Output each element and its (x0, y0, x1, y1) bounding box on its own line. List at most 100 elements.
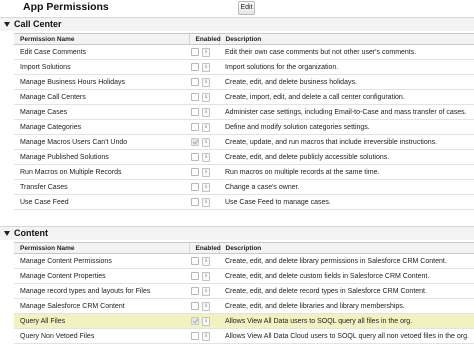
page-header: App Permissions Edit (0, 0, 474, 17)
permission-description: Create, import, edit, and delete a call … (219, 89, 474, 105)
column-header-permission-name[interactable]: Permission Name (14, 242, 189, 254)
column-header-enabled[interactable]: Enabled (188, 33, 221, 45)
content-permissions-table: Permission Name Enabled Description Mana… (14, 242, 474, 344)
permission-row: Manage Published Solutions i Create, edit,… (14, 149, 474, 165)
enabled-checkbox[interactable] (191, 108, 199, 116)
permission-row: Edit Case Comments i Edit their own case c… (14, 44, 474, 60)
info-icon[interactable]: i (202, 286, 210, 296)
permission-description: Edit their own case comments but not oth… (219, 44, 474, 60)
edit-button[interactable]: Edit (238, 1, 255, 15)
enabled-checkbox[interactable] (191, 302, 199, 310)
permission-description: Administer case settings, including Emai… (219, 104, 474, 120)
permission-description: Create, edit, and delete library permiss… (219, 253, 474, 269)
enabled-checkbox[interactable] (191, 138, 199, 146)
enabled-checkbox[interactable] (191, 287, 199, 295)
enabled-cell: i (189, 298, 219, 314)
info-icon[interactable]: i (202, 62, 210, 72)
collapse-triangle-icon[interactable] (4, 22, 10, 27)
permission-description: Allows View All Data users to SOQL query… (219, 313, 474, 329)
permission-description: Create, edit, and delete publicly access… (219, 149, 474, 165)
info-icon[interactable]: i (202, 331, 210, 341)
permission-description: Define and modify solution categories se… (219, 119, 474, 135)
permission-row: Query Non Vetoed Files i Allows View All D… (14, 328, 474, 344)
enabled-checkbox[interactable] (191, 63, 199, 71)
permission-description: Create, edit, and delete business holida… (219, 74, 474, 90)
enabled-checkbox[interactable] (191, 332, 199, 340)
column-header-description[interactable]: Description (218, 242, 474, 254)
enabled-cell: i (189, 313, 219, 329)
permission-name: Import Solutions (14, 59, 189, 75)
enabled-cell: i (189, 119, 219, 135)
page-title: App Permissions (23, 1, 109, 13)
info-icon[interactable]: i (202, 301, 210, 311)
section-title: Call Center (14, 19, 62, 29)
permission-row: Manage Business Hours Holidays i Create, e… (14, 74, 474, 90)
permission-name: Manage Business Hours Holidays (14, 74, 189, 90)
info-icon[interactable]: i (202, 167, 210, 177)
column-header-permission-name[interactable]: Permission Name (14, 33, 189, 45)
column-header-description[interactable]: Description (218, 33, 474, 45)
info-icon[interactable]: i (202, 137, 210, 147)
info-icon[interactable]: i (202, 107, 210, 117)
enabled-cell: i (189, 268, 219, 284)
enabled-checkbox[interactable] (191, 48, 199, 56)
enabled-cell: i (189, 253, 219, 269)
info-icon[interactable]: i (202, 77, 210, 87)
info-icon[interactable]: i (202, 122, 210, 132)
permission-row: Manage Salesforce CRM Content i Create, ed… (14, 298, 474, 314)
enabled-cell: i (189, 74, 219, 90)
collapse-triangle-icon[interactable] (4, 231, 10, 236)
permission-description: Allows View All Data Cloud users to SOQL… (219, 328, 474, 344)
permission-row: Transfer Cases i Change a case's owner. (14, 179, 474, 195)
enabled-cell: i (189, 59, 219, 75)
permission-name: Run Macros on Multiple Records (14, 164, 189, 180)
permission-name: Manage record types and layouts for File… (14, 283, 189, 299)
permission-row: Manage Categories i Define and modify solu… (14, 119, 474, 135)
info-icon[interactable]: i (202, 47, 210, 57)
info-icon[interactable]: i (202, 316, 210, 326)
enabled-checkbox[interactable] (191, 153, 199, 161)
permission-row: Use Case Feed i Use Case Feed to manage ca… (14, 194, 474, 210)
permission-row: Run Macros on Multiple Records i Run macro… (14, 164, 474, 180)
info-icon[interactable]: i (202, 152, 210, 162)
permission-name: Transfer Cases (14, 179, 189, 195)
enabled-checkbox[interactable] (191, 93, 199, 101)
permission-name: Edit Case Comments (14, 44, 189, 60)
permission-description: Create, edit, and delete libraries and l… (219, 298, 474, 314)
permission-name: Query Non Vetoed Files (14, 328, 189, 344)
permission-row: Manage Content Properties i Create, edit, … (14, 268, 474, 284)
permission-description: Create, edit, and delete custom fields i… (219, 268, 474, 284)
enabled-cell: i (189, 134, 219, 150)
enabled-checkbox[interactable] (191, 257, 199, 265)
enabled-cell: i (189, 328, 219, 344)
info-icon[interactable]: i (202, 182, 210, 192)
permission-row: Manage record types and layouts for File… (14, 283, 474, 299)
info-icon[interactable]: i (202, 256, 210, 266)
permission-description: Import solutions for the organization. (219, 59, 474, 75)
enabled-checkbox[interactable] (191, 78, 199, 86)
enabled-checkbox[interactable] (191, 317, 199, 325)
info-icon[interactable]: i (202, 92, 210, 102)
section-header-content[interactable]: Content (0, 226, 474, 240)
column-header-enabled[interactable]: Enabled (188, 242, 221, 254)
permission-row: Manage Call Centers i Create, import, edit… (14, 89, 474, 105)
info-icon[interactable]: i (202, 271, 210, 281)
enabled-checkbox[interactable] (191, 183, 199, 191)
enabled-cell: i (189, 104, 219, 120)
permission-name: Manage Macros Users Can't Undo (14, 134, 189, 150)
permission-name: Manage Content Properties (14, 268, 189, 284)
permission-name: Manage Salesforce CRM Content (14, 298, 189, 314)
enabled-checkbox[interactable] (191, 168, 199, 176)
enabled-cell: i (189, 283, 219, 299)
permission-name: Manage Categories (14, 119, 189, 135)
permission-name: Manage Cases (14, 104, 189, 120)
enabled-checkbox[interactable] (191, 272, 199, 280)
enabled-cell: i (189, 164, 219, 180)
enabled-checkbox[interactable] (191, 198, 199, 206)
enabled-cell: i (189, 194, 219, 210)
info-icon[interactable]: i (202, 197, 210, 207)
enabled-checkbox[interactable] (191, 123, 199, 131)
section-header-call-center[interactable]: Call Center (0, 17, 474, 31)
permission-row: Query All Files i Allows View All Data use… (14, 313, 474, 329)
permission-name: Manage Call Centers (14, 89, 189, 105)
